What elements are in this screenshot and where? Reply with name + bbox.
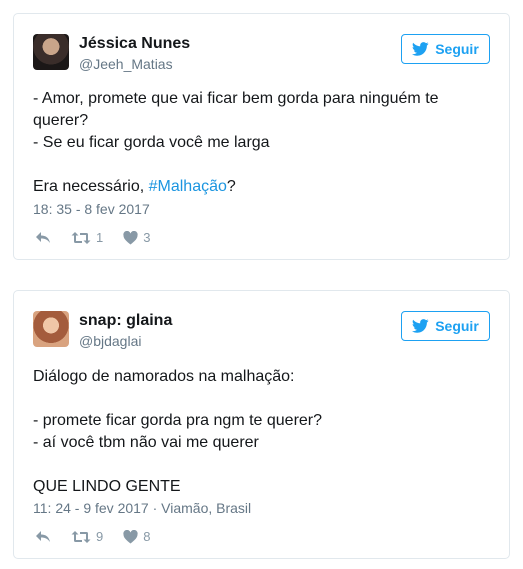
tweet-line: - Amor, promete que vai ficar bem gorda … [33,90,439,107]
retweet-count: 1 [96,230,104,245]
tweet-line: Diálogo de namorados na malhação: [33,368,295,385]
tweet-line [33,154,490,176]
author-handle[interactable]: @Jeeh_Matias [79,55,173,73]
reply-button[interactable] [35,231,51,245]
reply-icon [36,530,50,542]
twitter-bird-icon [412,319,429,333]
tweet-line: QUE LINDO GENTE [33,478,181,495]
author-handle[interactable]: @bjdaglai [79,332,141,350]
tweet-text: - Amor, promete que vai ficar bem gorda … [33,88,490,198]
tweet-card: snap: glaina @bjdaglai Seguir Diálogo de… [13,290,510,559]
author-name[interactable]: Jéssica Nunes [79,34,190,54]
follow-button[interactable]: Seguir [401,34,490,64]
twitter-bird-icon [412,42,429,56]
retweet-icon [71,530,91,543]
follow-label: Seguir [435,318,479,334]
avatar[interactable] [33,34,69,70]
tweet-actions: 9 8 [35,529,170,544]
tweet-line: - Se eu ficar gorda você me larga [33,134,270,151]
author-name[interactable]: snap: glaina [79,311,172,331]
reply-button[interactable] [35,530,51,544]
tweet-line-suffix: ? [226,178,236,195]
tweet-line [33,388,490,410]
retweet-button[interactable]: 9 [71,529,103,544]
tweet-line [33,454,490,476]
retweet-button[interactable]: 1 [71,230,103,245]
tweet-line: querer? [33,112,89,129]
retweet-count: 9 [96,529,104,544]
hashtag-link[interactable]: #Malhação [149,178,227,195]
retweet-icon [71,231,91,244]
reply-icon [36,231,50,243]
tweet-line: - aí você tbm não vai me querer [33,434,259,451]
tweet-timestamp[interactable]: 11: 24 - 9 fev 2017 · Viamão, Brasil [33,499,251,517]
tweet-actions: 1 3 [35,230,170,245]
follow-label: Seguir [435,41,479,57]
like-button[interactable]: 8 [123,529,150,544]
tweet-card: Jéssica Nunes @Jeeh_Matias Seguir - Amor… [13,13,510,260]
follow-button[interactable]: Seguir [401,311,490,341]
like-count: 8 [143,529,151,544]
tweet-line-text: Era necessário, [33,178,149,195]
heart-icon [123,529,138,543]
heart-icon [123,230,138,244]
tweet-line: - promete ficar gorda pra ngm te querer? [33,412,323,429]
tweet-text: Diálogo de namorados na malhação: - prom… [33,366,490,498]
tweet-line: Era necessário, #Malhação? [33,176,490,198]
like-button[interactable]: 3 [123,230,150,245]
like-count: 3 [143,230,151,245]
tweet-timestamp[interactable]: 18: 35 - 8 fev 2017 [33,200,150,218]
avatar[interactable] [33,311,69,347]
